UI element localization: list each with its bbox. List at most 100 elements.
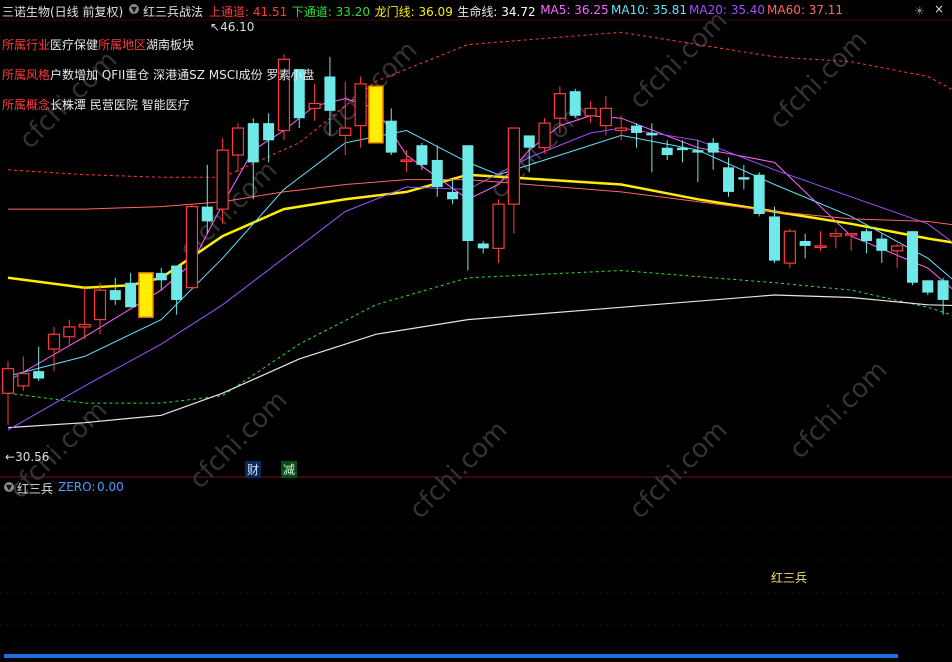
candle [646, 123, 658, 173]
zero-label: ZERO: [58, 480, 96, 494]
candle-body [155, 272, 167, 281]
candle-body [33, 371, 45, 379]
candle [33, 346, 45, 381]
candle [829, 228, 842, 249]
candle-body [339, 127, 352, 137]
reduce-badge[interactable]: 减 [281, 461, 298, 478]
info-part: 所属地区 [98, 38, 147, 52]
candle-body [615, 127, 628, 132]
candle-body [216, 149, 229, 210]
finance-badge[interactable]: 财 [245, 461, 262, 478]
candle-body [753, 174, 765, 214]
candle [906, 231, 918, 286]
candle-body [738, 177, 750, 180]
candle-body [646, 132, 658, 136]
watermark: cfchi.com [624, 415, 734, 525]
candle-body [263, 123, 275, 141]
candle [354, 76, 367, 148]
indicator-label: MA20: [689, 3, 727, 17]
candle-body [922, 280, 934, 293]
candle-body [385, 120, 397, 153]
indicator-0: 上通道: 41.51 [209, 3, 287, 20]
chevron-down-icon[interactable]: ▾ [4, 481, 14, 493]
sun-icon[interactable]: ☀ [914, 4, 925, 18]
candle-body [354, 83, 367, 127]
candle [507, 127, 520, 234]
zero-value: 0.00 [97, 480, 124, 494]
candle [462, 145, 474, 271]
candle [109, 277, 121, 305]
candle-body [247, 123, 259, 163]
stock-title[interactable]: 三诺生物(日线 前复权) [2, 3, 123, 20]
candle [753, 172, 765, 217]
info-key: 所属概念 [2, 98, 51, 112]
signal-highlight-bar [368, 85, 384, 144]
candle-body [201, 206, 213, 222]
candle-body [492, 203, 505, 249]
candle [63, 319, 76, 347]
indicator-5: MA10: 35.81 [611, 3, 687, 17]
strategy-title[interactable]: 红三兵战法 [143, 3, 203, 20]
candle-body [814, 245, 827, 249]
candle [263, 113, 275, 163]
candle [922, 280, 934, 296]
candle [385, 108, 397, 156]
indicator-6: MA20: 35.40 [689, 3, 765, 17]
candle [125, 272, 137, 308]
candle-body [447, 191, 459, 200]
high-price-label: ↖46.10 [210, 20, 255, 34]
info-key: 所属行业 [2, 38, 51, 52]
candle [783, 228, 796, 269]
candle-body [523, 135, 535, 148]
candle [47, 326, 61, 372]
indicator-value: 36.25 [574, 3, 609, 17]
candle [185, 204, 199, 291]
candle [814, 231, 827, 251]
sub-indicator-name[interactable]: 红三兵 [17, 480, 53, 497]
candle-body [599, 107, 612, 127]
indicator-value: 34.72 [501, 5, 536, 19]
series-line-4 [7, 98, 952, 382]
candle [891, 243, 904, 269]
signal-label: 红三兵 [771, 571, 808, 585]
candle-body [171, 265, 183, 300]
candle [937, 277, 949, 315]
info-line-2: 所属概念长株潭 民营医院 智能医疗 [2, 96, 190, 113]
chevron-down-icon[interactable]: ▾ [129, 3, 139, 15]
candle [845, 233, 858, 251]
info-key: 所属风格 [2, 68, 51, 82]
candle [477, 241, 489, 254]
candle-body [631, 125, 643, 133]
candle-body [538, 122, 551, 149]
series-line-5 [7, 129, 952, 377]
candle [171, 265, 183, 315]
candle-body [569, 91, 581, 116]
candle-body [507, 127, 520, 205]
candle-body [677, 147, 689, 151]
candle-body [707, 142, 719, 153]
candle-body [416, 145, 428, 165]
close-icon[interactable]: × [934, 2, 944, 16]
watermark: cfchi.com [404, 415, 514, 525]
indicator-label: 下通道: [291, 5, 332, 19]
candle-body [400, 159, 413, 163]
candle-body [906, 231, 918, 283]
indicator-7: MA60: 37.11 [767, 3, 843, 17]
candle-body [17, 373, 30, 387]
candle-body [937, 280, 949, 300]
candle [860, 228, 872, 254]
candle [707, 137, 719, 170]
candle-body [891, 245, 904, 252]
indicator-3: 生命线: 34.72 [457, 3, 535, 20]
candle [93, 282, 107, 335]
candle-body [692, 150, 704, 153]
candle-body [431, 159, 443, 187]
indicator-label: MA5: [540, 3, 571, 17]
candle-body [553, 93, 566, 119]
indicator-label: 生命线: [457, 5, 498, 19]
candle [631, 123, 643, 148]
candle-body [829, 233, 842, 237]
candle-body [185, 206, 199, 289]
candle-body [783, 230, 796, 264]
indicator-value: 33.20 [335, 5, 371, 19]
